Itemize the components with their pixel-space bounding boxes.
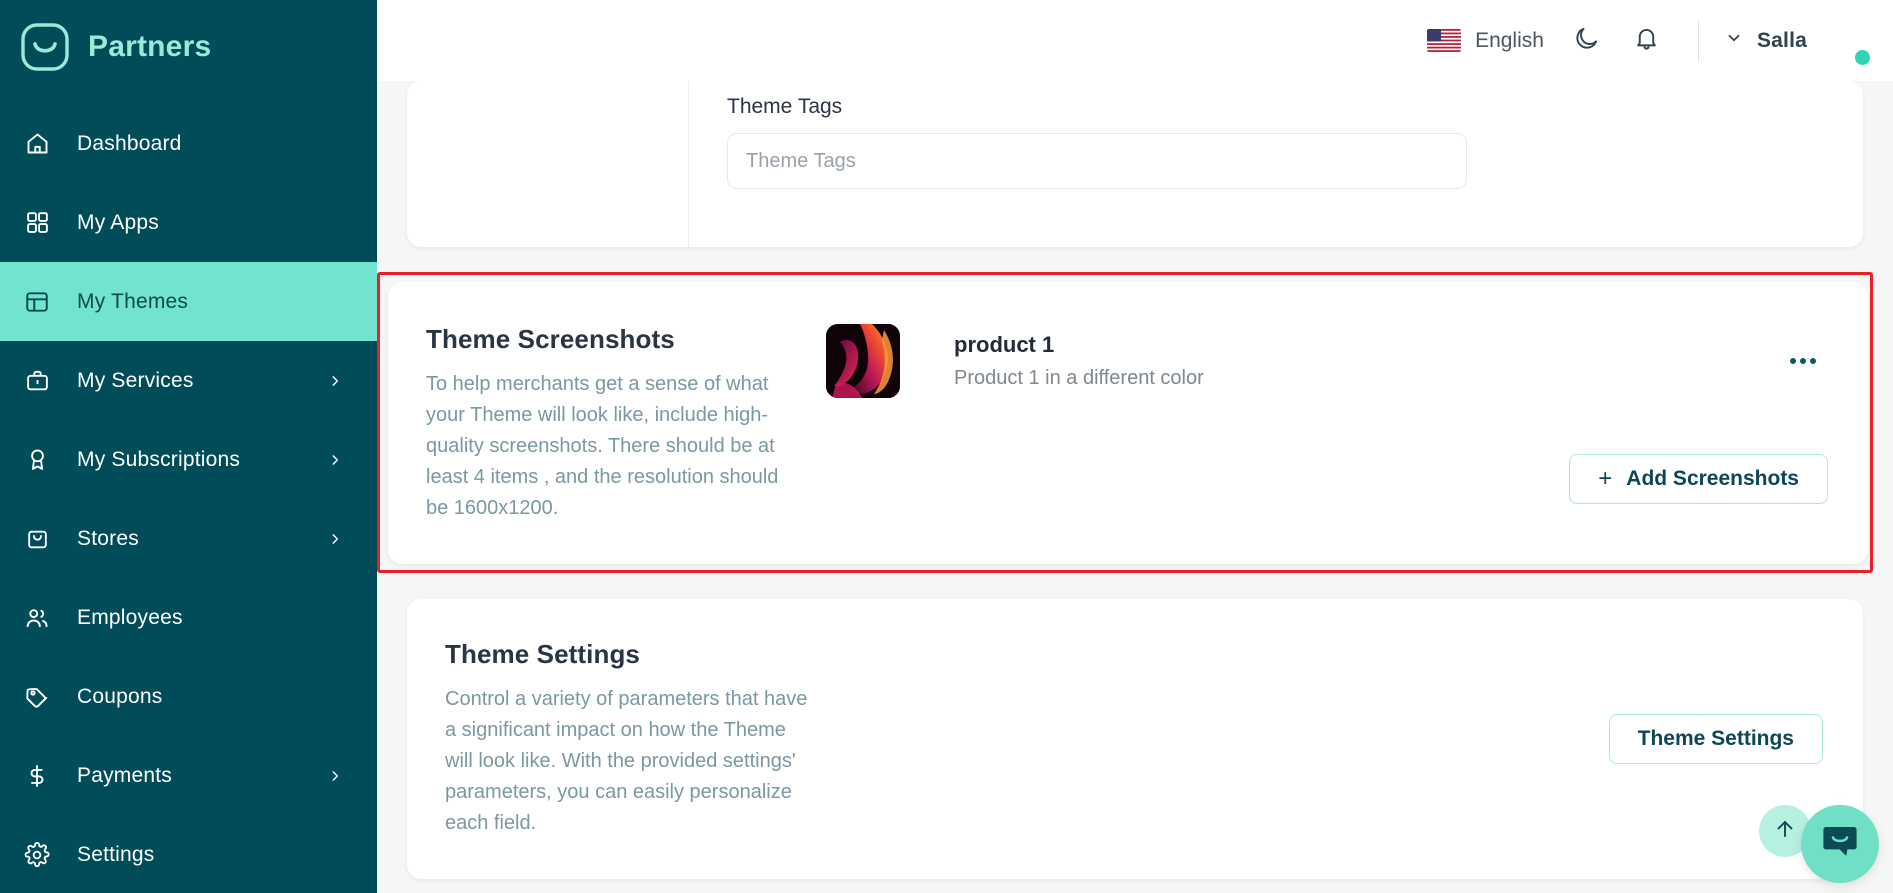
sidebar-item-label: My Services	[77, 368, 194, 392]
screenshot-item: product 1 Product 1 in a different color	[826, 324, 1828, 398]
chevron-right-icon	[328, 453, 342, 467]
sidebar-item-employees[interactable]: Employees	[0, 578, 377, 657]
theme-settings-card: Theme Settings Control a variety of para…	[407, 599, 1863, 879]
sidebar-item-label: Settings	[77, 842, 155, 866]
sidebar-item-label: My Subscriptions	[77, 447, 241, 471]
user-menu[interactable]: Salla	[1725, 0, 1870, 65]
sidebar-item-stores[interactable]: Stores	[0, 499, 377, 578]
presence-indicator	[1855, 49, 1870, 65]
theme-tags-input[interactable]	[727, 133, 1467, 189]
theme-settings-info: Theme Settings Control a variety of para…	[445, 639, 845, 839]
add-screenshots-row: + Add Screenshots	[826, 454, 1828, 504]
sidebar-item-label: Dashboard	[77, 131, 182, 155]
sidebar-item-coupons[interactable]: Coupons	[0, 657, 377, 736]
dollar-icon	[20, 759, 54, 793]
gear-icon	[20, 838, 54, 872]
sidebar-item-my-apps[interactable]: My Apps	[0, 183, 377, 262]
chat-widget-button[interactable]	[1801, 805, 1879, 883]
moon-icon	[1573, 25, 1600, 57]
sidebar-nav: Dashboard My Apps My Themes My Services …	[0, 104, 377, 893]
brand[interactable]: Partners	[0, 0, 377, 94]
theme-screenshots-card: Theme Screenshots To help merchants get …	[388, 282, 1868, 564]
sidebar: Partners Dashboard My Apps My Themes My …	[0, 0, 377, 893]
screenshot-subtitle: Product 1 in a different color	[954, 367, 1204, 389]
theme-screenshots-title: Theme Screenshots	[426, 324, 675, 354]
plus-icon: +	[1598, 465, 1613, 492]
notifications-button[interactable]	[1620, 14, 1674, 68]
theme-tags-left-column	[407, 81, 689, 247]
bell-icon	[1633, 25, 1660, 57]
avatar[interactable]	[1805, 0, 1870, 65]
theme-screenshots-list: product 1 Product 1 in a different color…	[826, 324, 1828, 524]
shopping-bag-icon	[20, 522, 54, 556]
sidebar-item-my-themes[interactable]: My Themes	[0, 262, 377, 341]
theme-settings-button[interactable]: Theme Settings	[1608, 714, 1823, 764]
theme-tags-card: Theme Tags	[407, 81, 1863, 247]
sidebar-item-my-subscriptions[interactable]: My Subscriptions	[0, 420, 377, 499]
sidebar-item-label: Payments	[77, 763, 172, 787]
theme-screenshots-info: Theme Screenshots To help merchants get …	[426, 324, 826, 524]
add-screenshots-button[interactable]: + Add Screenshots	[1569, 454, 1828, 504]
home-icon	[20, 127, 54, 161]
header-controls: English Salla	[1417, 0, 1870, 68]
more-horizontal-icon[interactable]	[1782, 350, 1824, 372]
us-flag-icon	[1427, 29, 1462, 52]
language-selector[interactable]: English	[1417, 23, 1554, 59]
theme-screenshots-description: To help merchants get a sense of what yo…	[426, 373, 779, 519]
highlight-annotation: Theme Screenshots To help merchants get …	[377, 272, 1873, 573]
sidebar-item-label: Coupons	[77, 684, 163, 708]
app-root: Partners Dashboard My Apps My Themes My …	[0, 0, 1893, 893]
dark-mode-toggle[interactable]	[1560, 14, 1614, 68]
header-divider	[1697, 19, 1699, 62]
sidebar-item-label: Employees	[77, 605, 183, 629]
chat-bubble-icon	[1820, 822, 1860, 867]
top-header: English Salla	[377, 0, 1893, 81]
sidebar-item-settings[interactable]: Settings	[0, 815, 377, 893]
sidebar-item-my-services[interactable]: My Services	[0, 341, 377, 420]
add-screenshots-label: Add Screenshots	[1626, 467, 1799, 490]
briefcase-icon	[20, 364, 54, 398]
user-name: Salla	[1756, 28, 1807, 52]
chevron-right-icon	[328, 769, 342, 783]
main-content: Theme Tags Theme Screenshots To help mer…	[377, 81, 1893, 893]
brand-name: Partners	[88, 30, 212, 63]
language-label: English	[1475, 28, 1544, 52]
users-icon	[20, 601, 54, 635]
award-icon	[20, 443, 54, 477]
layout-icon	[20, 285, 54, 319]
chevron-down-icon	[1725, 29, 1743, 52]
chevron-right-icon	[328, 532, 342, 546]
screenshot-thumbnail[interactable]	[826, 324, 900, 398]
sidebar-item-payments[interactable]: Payments	[0, 736, 377, 815]
theme-settings-action: Theme Settings	[845, 639, 1823, 839]
chevron-right-icon	[328, 374, 342, 388]
screenshot-title: product 1	[954, 332, 1055, 357]
tag-icon	[20, 680, 54, 714]
arrow-up-icon	[1773, 817, 1797, 846]
theme-settings-description: Control a variety of parameters that hav…	[445, 688, 808, 834]
grid-icon	[20, 206, 54, 240]
theme-settings-title: Theme Settings	[445, 639, 640, 669]
sidebar-item-dashboard[interactable]: Dashboard	[0, 104, 377, 183]
sidebar-item-label: My Themes	[77, 289, 189, 313]
sidebar-item-label: Stores	[77, 526, 139, 550]
theme-tags-label: Theme Tags	[727, 95, 843, 118]
theme-tags-right-column: Theme Tags	[689, 81, 1863, 247]
salla-logo-icon	[20, 22, 70, 72]
screenshot-meta: product 1 Product 1 in a different color	[954, 332, 1204, 390]
sidebar-item-label: My Apps	[77, 210, 159, 234]
